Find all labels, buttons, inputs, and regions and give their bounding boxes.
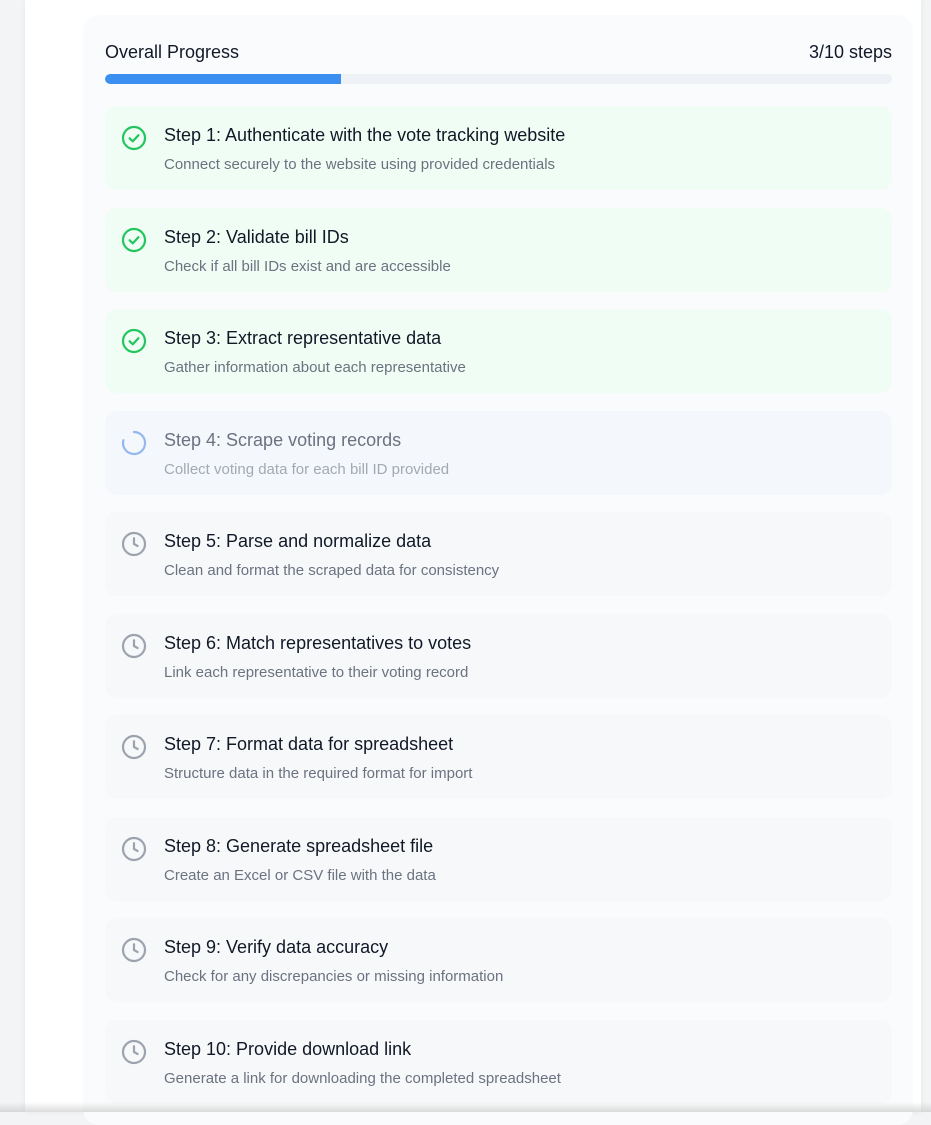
step-description: Create an Excel or CSV file with the dat… (164, 866, 436, 884)
step-item: Step 10: Provide download link Generate a… (105, 1019, 892, 1104)
bottom-edge-shadow (0, 1102, 931, 1112)
step-item: Step 1: Authenticate with the vote track… (105, 106, 892, 190)
clock-icon (121, 734, 147, 760)
step-title: Step 5: Parse and normalize data (164, 531, 432, 551)
progress-title: Overall Progress (105, 42, 240, 62)
step-item: Step 3: Extract representative data Gathe… (105, 309, 892, 393)
check-circle-icon (121, 125, 147, 151)
check-circle-icon (121, 328, 147, 354)
step-title: Step 1: Authenticate with the vote track… (164, 125, 566, 145)
step-title: Step 8: Generate spreadsheet file (164, 835, 434, 856)
clock-icon (121, 1039, 147, 1065)
step-item: Step 8: Generate spreadsheet file Create … (105, 816, 892, 901)
step-description: Check for any discrepancies or missing i… (164, 968, 504, 985)
step-description: Generate a link for downloading the comp… (164, 1069, 561, 1087)
progress-card: Overall Progress 3/10 steps Step 1: Auth… (83, 15, 913, 1125)
clock-icon (121, 836, 147, 862)
step-description: Link each representative to their voting… (164, 663, 469, 681)
progress-count: 3/10 steps (808, 42, 892, 62)
step-title: Step 10: Provide download link (164, 1038, 412, 1059)
step-description: Gather information about each representa… (164, 359, 466, 376)
step-item: Step 2: Validate bill IDs Check if all bi… (105, 207, 892, 292)
page-container: Overall Progress 3/10 steps Step 1: Auth… (25, 0, 921, 1125)
step-item: Step 6: Match representatives to votes Li… (105, 613, 892, 698)
step-description: Structure data in the required format fo… (164, 765, 473, 782)
clock-icon (121, 531, 147, 557)
step-item: Step 7: Format data for spreadsheet Struc… (105, 715, 892, 799)
progress-bar (105, 74, 892, 84)
progress-header: Overall Progress 3/10 steps (105, 42, 892, 64)
clock-icon (121, 937, 147, 963)
step-title: Step 4: Scrape voting records (164, 429, 402, 450)
step-item: Step 9: Verify data accuracy Check for an… (105, 918, 892, 1002)
step-description: Collect voting data for each bill ID pro… (164, 460, 450, 478)
step-title: Step 3: Extract representative data (164, 328, 442, 348)
step-title: Step 7: Format data for spreadsheet (164, 734, 454, 754)
step-description: Clean and format the scraped data for co… (164, 562, 500, 579)
step-description: Check if all bill IDs exist and are acce… (164, 257, 451, 275)
step-description: Connect securely to the website using pr… (164, 156, 556, 173)
clock-icon (121, 633, 147, 659)
check-circle-icon (121, 227, 147, 253)
step-title: Step 2: Validate bill IDs (164, 226, 349, 247)
step-item: Step 4: Scrape voting records Collect vot… (105, 410, 892, 495)
step-title: Step 9: Verify data accuracy (164, 937, 389, 957)
step-title: Step 6: Match representatives to votes (164, 632, 472, 653)
step-list: Step 1: Authenticate with the vote track… (105, 106, 892, 1121)
spinner-icon (121, 430, 147, 456)
progress-bar-fill (105, 74, 342, 84)
step-item: Step 5: Parse and normalize data Clean an… (105, 512, 892, 596)
